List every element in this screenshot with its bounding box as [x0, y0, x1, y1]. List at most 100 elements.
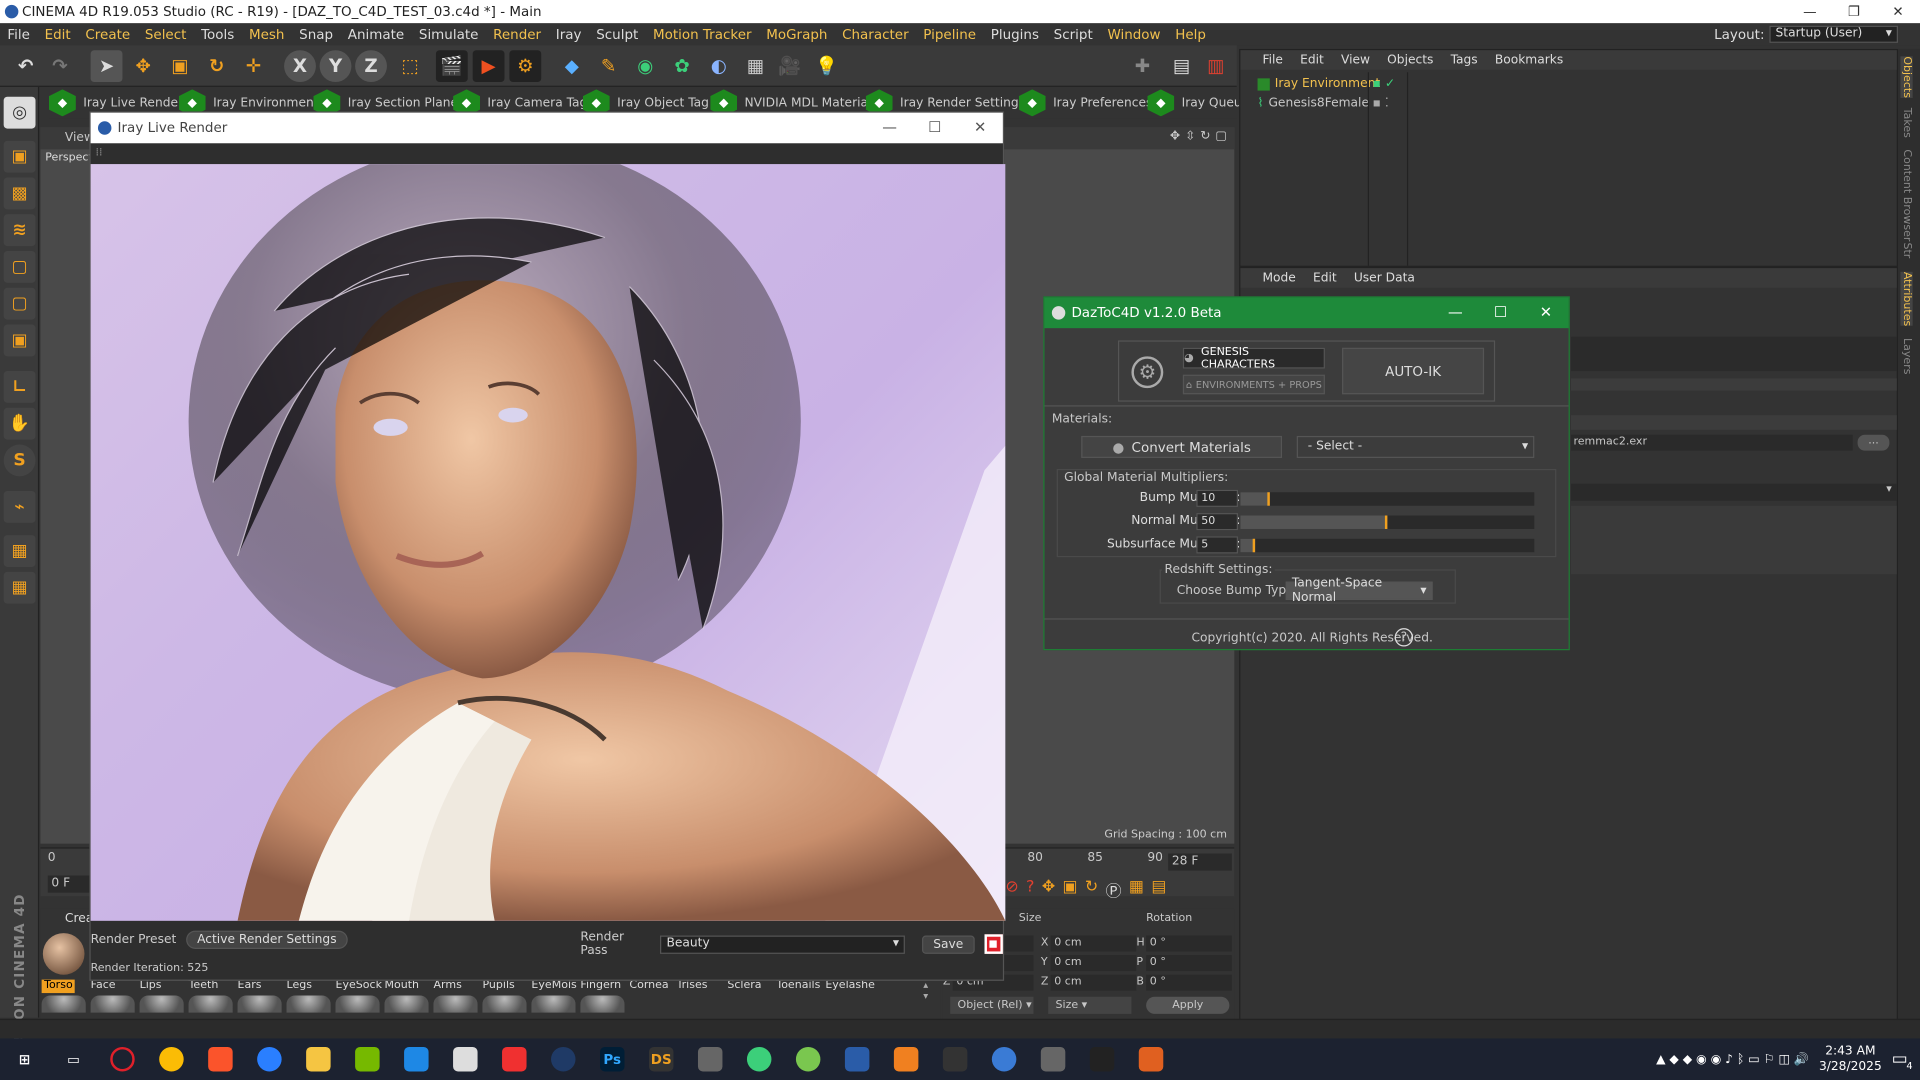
subdivision-icon[interactable]: ◉ — [629, 50, 661, 82]
rotation-field[interactable]: 0 ° — [1146, 955, 1232, 972]
coordinate-mode-dropdown[interactable]: Object (Rel) ▾ — [950, 996, 1034, 1014]
browse-button[interactable]: ... — [1857, 434, 1890, 451]
slider-knob[interactable] — [1384, 515, 1388, 529]
apply-button[interactable]: Apply — [1146, 996, 1230, 1014]
menu-item-character[interactable]: Character — [842, 26, 909, 42]
app-icon[interactable] — [1138, 1046, 1164, 1072]
material-thumbnail[interactable] — [41, 995, 86, 1013]
live-select-icon[interactable]: ✛ — [238, 50, 270, 82]
objmgr-menu-objects[interactable]: Objects — [1387, 54, 1433, 67]
object-name[interactable]: Genesis8Female — [1268, 97, 1369, 110]
close-icon[interactable]: ✕ — [1523, 298, 1568, 329]
z-axis-toggle[interactable]: Z — [355, 50, 387, 83]
material-thumbnail[interactable] — [286, 995, 331, 1013]
array-icon[interactable]: ✿ — [666, 50, 698, 82]
multiplier-value-field[interactable]: 5 — [1196, 536, 1238, 554]
scale-key-icon[interactable]: ▣ — [1063, 878, 1078, 901]
material-label[interactable]: Arms — [433, 980, 461, 993]
object-row[interactable]: ⌇ Genesis8Female — [1258, 97, 1369, 110]
material-label[interactable]: Pupils — [482, 980, 514, 993]
material-thumbnail[interactable] — [237, 995, 282, 1013]
firefox-icon[interactable] — [257, 1046, 282, 1072]
move-key-icon[interactable]: ✥ — [1042, 878, 1055, 901]
close-icon[interactable]: ✕ — [958, 113, 1003, 144]
material-label[interactable]: Eyelashe — [825, 980, 875, 993]
menu-item-plugins[interactable]: Plugins — [991, 26, 1039, 42]
material-label[interactable]: Teeth — [189, 980, 219, 993]
tray-icons[interactable]: ▲ ◆ ◆ ◉ ◉ ♪ ᛒ ▭ ⚐ ◫ 🔊 — [1656, 1052, 1809, 1065]
material-label[interactable]: Toenails — [776, 980, 820, 993]
material-thumbnail[interactable] — [482, 995, 527, 1013]
menu-item-help[interactable]: Help — [1175, 26, 1206, 42]
pen-spline-icon[interactable]: ✎ — [593, 50, 625, 82]
menu-item-mograph[interactable]: MoGraph — [766, 26, 827, 42]
maximize-icon[interactable]: ▢ — [1215, 130, 1227, 143]
rotate-key-icon[interactable]: ↻ — [1085, 878, 1098, 901]
grip-icon[interactable]: ⁞⁞ — [96, 147, 103, 159]
iray-preferences-button[interactable]: ◆ Iray Preferences — [1018, 89, 1152, 117]
menu-item-motion-tracker[interactable]: Motion Tracker — [653, 26, 752, 42]
nvidia-icon[interactable] — [355, 1046, 380, 1072]
timeline-icon[interactable]: ▤ — [1151, 878, 1166, 901]
material-preview-ball[interactable] — [42, 933, 85, 975]
minimize-button[interactable]: — — [1788, 0, 1832, 23]
end-frame-field[interactable]: 28 F — [1168, 853, 1232, 871]
render-preset-button[interactable]: Active Render Settings — [186, 930, 348, 949]
menu-item-create[interactable]: Create — [85, 26, 130, 42]
x-axis-toggle[interactable]: X — [284, 50, 316, 83]
material-thumbnail[interactable] — [580, 995, 625, 1013]
tab-takes[interactable]: Takes — [1900, 108, 1912, 138]
tab-objects[interactable]: Objects — [1900, 56, 1913, 98]
polygons-mode-icon[interactable]: ▣ — [3, 324, 36, 357]
model-mode-icon[interactable]: ▣ — [3, 140, 36, 173]
material-label[interactable]: Torso — [41, 979, 76, 994]
material-label[interactable]: Legs — [287, 980, 312, 993]
material-select-dropdown[interactable]: - Select - ▾ — [1296, 435, 1535, 458]
size-field[interactable]: 0 cm — [1050, 955, 1137, 972]
scroll-down-icon[interactable]: ▴ ▾ — [923, 980, 928, 1002]
maximize-icon[interactable]: ☐ — [912, 113, 957, 144]
opera-icon[interactable] — [110, 1046, 135, 1072]
help-button[interactable]: ? — [1394, 628, 1414, 647]
select-arrow-icon[interactable]: ➤ — [90, 50, 123, 83]
multiplier-value-field[interactable]: 10 — [1196, 489, 1238, 507]
snap-icon[interactable]: S — [3, 444, 36, 477]
menu-item-simulate[interactable]: Simulate — [419, 26, 479, 42]
material-thumbnail[interactable] — [90, 995, 135, 1013]
app-icon[interactable] — [795, 1046, 821, 1072]
help-icon[interactable]: ? — [1026, 878, 1034, 901]
menu-item-iray[interactable]: Iray — [556, 26, 582, 42]
parameter-icon[interactable]: Ⓟ — [1106, 878, 1122, 901]
menu-item-pipeline[interactable]: Pipeline — [923, 26, 976, 42]
material-thumbnail[interactable] — [188, 995, 233, 1013]
genesis-characters-button[interactable]: ◕ GENESIS CHARACTERS — [1182, 346, 1325, 370]
render-pass-dropdown[interactable]: Beauty ▾ — [660, 934, 906, 954]
material-label[interactable]: Cornea — [629, 980, 668, 993]
objmgr-menu-tags[interactable]: Tags — [1451, 54, 1478, 67]
menu-item-select[interactable]: Select — [145, 26, 187, 42]
workplane-icon[interactable]: ≋ — [3, 214, 36, 247]
save-button[interactable]: Save — [922, 934, 975, 954]
windows-start-icon[interactable]: ⊞ — [12, 1047, 36, 1071]
menu-item-window[interactable]: Window — [1107, 26, 1160, 42]
material-label[interactable]: Lips — [140, 980, 162, 993]
app-icon[interactable] — [991, 1046, 1017, 1072]
coordinate-system-icon[interactable]: ⬚ — [394, 50, 426, 82]
objmgr-menu-view[interactable]: View — [1341, 54, 1370, 67]
rotation-field[interactable]: 0 ° — [1146, 935, 1232, 952]
minimize-icon[interactable]: — — [1433, 298, 1478, 329]
app-icon[interactable] — [404, 1046, 429, 1072]
printer-icon[interactable] — [453, 1046, 478, 1072]
cinema4d-taskbar-icon[interactable] — [551, 1046, 576, 1072]
material-thumbnail[interactable] — [433, 995, 478, 1013]
size-field[interactable]: 0 cm — [1050, 935, 1137, 952]
points-mode-icon[interactable]: ▢ — [3, 251, 36, 283]
material-thumbnail[interactable] — [335, 995, 380, 1013]
objmgr-menu-file[interactable]: File — [1262, 54, 1282, 67]
objmgr-menu-edit[interactable]: Edit — [1300, 54, 1324, 67]
layout-cinema-icon[interactable]: ▥ — [1200, 50, 1232, 82]
app-icon[interactable] — [844, 1046, 870, 1072]
visibility-check-icon[interactable]: ▪ ✓ — [1373, 77, 1395, 90]
shield-icon[interactable] — [1089, 1046, 1115, 1072]
object-row[interactable]: Iray Environment — [1257, 77, 1380, 91]
